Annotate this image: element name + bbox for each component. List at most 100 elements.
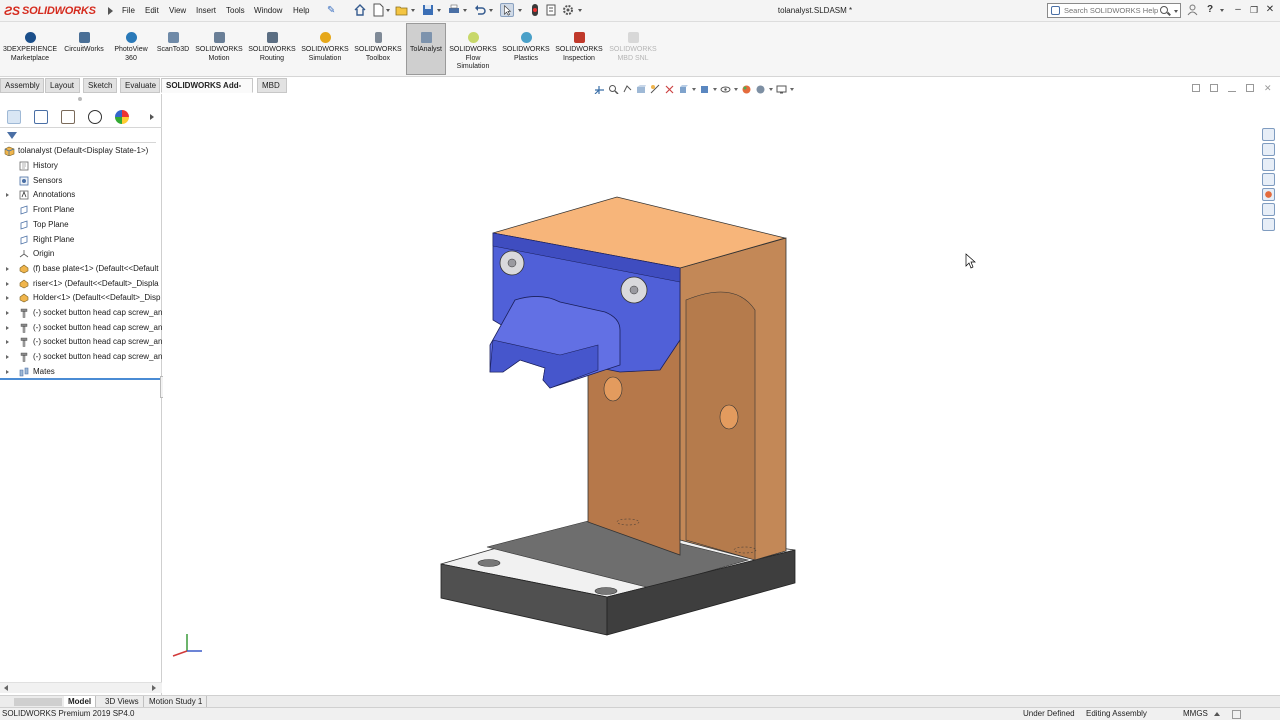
zoom-to-area-icon[interactable]	[608, 84, 619, 95]
expand-arrow-icon[interactable]	[6, 355, 9, 360]
help-dropdown-icon[interactable]	[1220, 9, 1224, 12]
options-dropdown-icon[interactable]	[578, 9, 582, 12]
expand-arrow-icon[interactable]	[6, 193, 9, 198]
ribbon-tolanalyst-button[interactable]: TolAnalyst	[406, 23, 446, 75]
menu-view[interactable]: View	[169, 6, 186, 15]
panel-splitter-handle[interactable]	[78, 97, 82, 101]
tab-solidworks-add-ins[interactable]: SOLIDWORKS Add-Ins	[161, 78, 253, 104]
tree-item[interactable]: riser<1> (Default<<Default>_Displa	[0, 277, 162, 291]
ribbon-scanto3d-button[interactable]: ScanTo3D	[154, 26, 192, 55]
ribbon-flow-simulation-button[interactable]: SOLIDWORKS Flow Simulation	[448, 26, 498, 72]
menu-help[interactable]: Help	[293, 6, 309, 15]
close-window-button[interactable]: ✕	[1264, 4, 1276, 16]
apply-scene-icon[interactable]	[755, 84, 766, 95]
print-icon[interactable]	[447, 3, 461, 17]
save-icon[interactable]	[421, 3, 435, 17]
ribbon-simulation-button[interactable]: SOLIDWORKS Simulation	[300, 26, 350, 63]
viewport-maximize-icon[interactable]	[1246, 84, 1254, 92]
ribbon-toolbox-button[interactable]: SOLIDWORKS Toolbox	[353, 26, 403, 63]
appearances-scenes-icon[interactable]	[1262, 188, 1275, 201]
tree-item[interactable]: Annotations	[0, 188, 162, 202]
ribbon-routing-button[interactable]: SOLIDWORKS Routing	[247, 26, 297, 63]
search-icon[interactable]	[1160, 6, 1168, 14]
select-pointer-icon[interactable]	[500, 3, 514, 17]
unit-system-button[interactable]: MMGS	[1183, 708, 1208, 720]
displaymanager-tab-icon[interactable]	[115, 110, 129, 124]
ribbon-3dexperience-marketplace-button[interactable]: 3DEXPERIENCE Marketplace	[3, 26, 57, 63]
restore-window-button[interactable]: ❐	[1248, 4, 1260, 16]
ribbon-motion-button[interactable]: SOLIDWORKS Motion	[194, 26, 244, 63]
previous-view-icon[interactable]	[622, 84, 633, 95]
open-dropdown-icon[interactable]	[411, 9, 415, 12]
tolanalyst-view-icon[interactable]	[664, 84, 675, 95]
configurationmanager-tab-icon[interactable]	[61, 110, 75, 124]
undo-icon[interactable]	[473, 3, 487, 17]
tab-layout[interactable]: Layout	[45, 78, 80, 93]
print-dropdown-icon[interactable]	[463, 9, 467, 12]
view-settings-icon[interactable]	[776, 84, 787, 95]
solidworks-logo[interactable]: ƧS SOLIDWORKS	[4, 3, 96, 19]
minimize-window-button[interactable]: –	[1232, 4, 1244, 16]
expand-arrow-icon[interactable]	[6, 340, 9, 345]
expand-arrow-icon[interactable]	[6, 311, 9, 315]
tree-item[interactable]: Right Plane	[0, 233, 162, 247]
solidworks-resources-icon[interactable]	[1262, 128, 1275, 141]
view-orientation-dropdown-icon[interactable]	[692, 87, 696, 91]
view-settings-dropdown-icon[interactable]	[790, 87, 794, 91]
user-account-icon[interactable]	[1187, 4, 1198, 16]
propertymanager-tab-icon[interactable]	[34, 110, 48, 124]
display-style-dropdown-icon[interactable]	[713, 87, 717, 91]
design-library-icon[interactable]	[1262, 143, 1275, 156]
tree-item[interactable]: (-) socket button head cap screw_an	[0, 321, 162, 335]
tab-scroll-arrows[interactable]	[14, 698, 62, 706]
tree-item[interactable]: (-) socket button head cap screw_an	[0, 350, 162, 364]
viewport-minimize-icon[interactable]	[1228, 84, 1236, 92]
zoom-to-fit-icon[interactable]	[594, 84, 605, 95]
open-folder-icon[interactable]	[395, 3, 409, 17]
home-icon[interactable]	[353, 3, 367, 17]
file-properties-icon[interactable]	[544, 3, 558, 17]
logo-flyout-arrow-icon[interactable]	[108, 7, 113, 15]
ribbon-plastics-button[interactable]: SOLIDWORKS Plastics	[501, 26, 551, 63]
scroll-left-arrow-icon[interactable]	[4, 685, 8, 691]
menu-insert[interactable]: Insert	[196, 6, 216, 15]
feature-tree-horizontal-scrollbar[interactable]	[0, 682, 162, 693]
pin-menu-icon[interactable]: ✎	[327, 5, 335, 16]
tree-root-assembly[interactable]: tolanalyst (Default<Display State-1>)	[0, 144, 162, 158]
viewport-close-icon[interactable]: ✕	[1264, 84, 1272, 93]
tree-item[interactable]: Mates	[0, 365, 162, 379]
tree-item[interactable]: Origin	[0, 247, 162, 261]
hide-show-dropdown-icon[interactable]	[734, 87, 738, 91]
menu-window[interactable]: Window	[254, 6, 282, 15]
tab-assembly[interactable]: Assembly	[0, 78, 44, 93]
tab-mbd[interactable]: MBD	[257, 78, 287, 93]
view-palette-icon[interactable]	[1262, 173, 1275, 186]
custom-properties-icon[interactable]	[1262, 203, 1275, 216]
undo-dropdown-icon[interactable]	[489, 9, 493, 12]
tree-item[interactable]: (f) base plate<1> (Default<<Default	[0, 262, 162, 276]
display-style-icon[interactable]	[699, 84, 710, 95]
dimxpertmanager-tab-icon[interactable]	[88, 110, 102, 124]
tree-item[interactable]: Front Plane	[0, 203, 162, 217]
assembly-3d-model[interactable]	[163, 94, 1260, 695]
options-gear-icon[interactable]	[561, 3, 575, 17]
expand-arrow-icon[interactable]	[6, 369, 9, 374]
help-search-box[interactable]	[1047, 3, 1181, 18]
select-dropdown-icon[interactable]	[518, 9, 522, 12]
rebuild-traffic-light-icon[interactable]	[528, 3, 542, 17]
search-dropdown-icon[interactable]	[1174, 10, 1178, 13]
tree-item[interactable]: (-) socket button head cap screw_an	[0, 335, 162, 349]
tab-sketch[interactable]: Sketch	[83, 78, 117, 93]
rollback-bar[interactable]	[0, 378, 160, 380]
tree-item[interactable]: Holder<1> (Default<<Default>_Disp	[0, 291, 162, 305]
search-input[interactable]	[1064, 4, 1168, 17]
ribbon-inspection-button[interactable]: SOLIDWORKS Inspection	[554, 26, 604, 63]
viewport-restore-icon[interactable]	[1210, 84, 1218, 92]
expand-arrow-icon[interactable]	[6, 281, 9, 286]
featuremanager-tab-icon[interactable]	[7, 110, 21, 124]
unit-system-up-arrow-icon[interactable]	[1214, 712, 1220, 716]
graphics-area[interactable]	[163, 94, 1260, 695]
tree-item[interactable]: Top Plane	[0, 218, 162, 232]
save-dropdown-icon[interactable]	[437, 9, 441, 12]
menu-tools[interactable]: Tools	[226, 6, 245, 15]
